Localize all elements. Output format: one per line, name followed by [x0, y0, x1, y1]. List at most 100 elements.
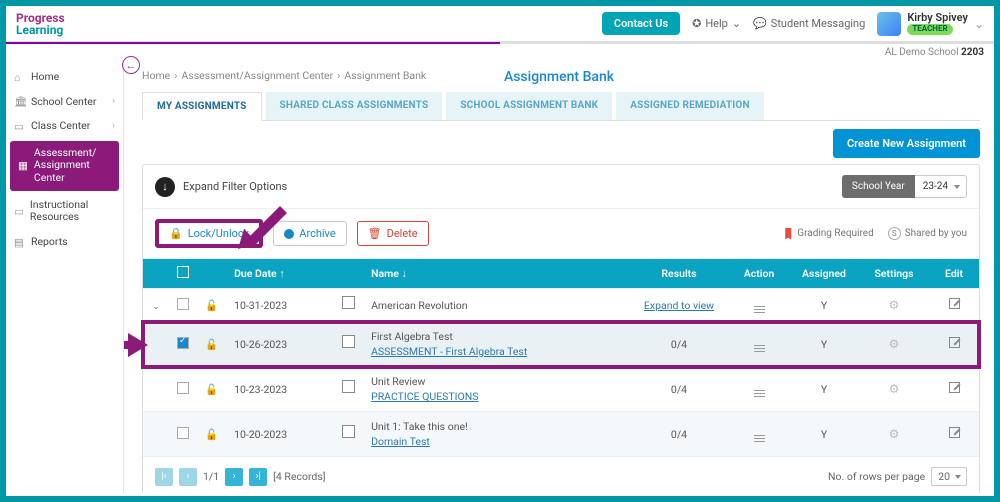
copy-icon[interactable] [344, 427, 355, 438]
gear-icon[interactable]: ⚙ [889, 382, 900, 396]
cell-name: Unit ReviewPRACTICE QUESTIONS [363, 367, 629, 412]
user-name: Kirby Spivey [907, 12, 968, 24]
gear-icon[interactable]: ⚙ [889, 427, 900, 441]
cell-name: Unit 1: Take this one!Domain Test [363, 412, 629, 457]
col-results: Results [629, 259, 729, 289]
assignment-sublink[interactable]: ASSESSMENT - First Algebra Test [371, 345, 621, 358]
sidebar-item-instructional[interactable]: ▭ Instructional Resources [6, 193, 123, 230]
col-name[interactable]: Name ↓ [363, 259, 629, 289]
chevron-right-icon: › [112, 96, 115, 107]
unlock-icon[interactable]: 🔓 [205, 428, 218, 441]
cell-results: 0/4 [629, 367, 729, 412]
lock-icon: 🔒 [169, 227, 183, 240]
student-messaging-link[interactable]: 💬 Student Messaging [753, 17, 865, 30]
select-all-checkbox[interactable] [177, 266, 189, 278]
delete-button[interactable]: 🗑 Delete [357, 221, 429, 246]
cell-assigned: Y [789, 322, 859, 367]
copy-icon[interactable] [344, 337, 355, 348]
action-menu-icon[interactable] [754, 306, 765, 314]
tab-shared-class[interactable]: SHARED CLASS ASSIGNMENTS [266, 92, 443, 120]
expand-filter-button[interactable]: ↓ Expand Filter Options [155, 177, 287, 197]
breadcrumb-home[interactable]: Home [142, 69, 170, 82]
page-prev-button[interactable]: ‹ [179, 468, 197, 486]
book-icon: ▭ [14, 206, 24, 217]
expand-filter-label: Expand Filter Options [183, 180, 287, 193]
breadcrumb-center[interactable]: Assessment/Assignment Center [181, 69, 333, 82]
gear-icon[interactable]: ⚙ [889, 337, 900, 351]
action-menu-icon[interactable] [754, 435, 765, 443]
sidebar-item-assessment-center[interactable]: ▦ Assessment/ Assignment Center [10, 141, 119, 191]
action-menu-icon[interactable] [754, 390, 765, 398]
sidebar-item-school-center[interactable]: 🏛 School Center › [6, 90, 123, 115]
assignment-sublink[interactable]: PRACTICE QUESTIONS [371, 390, 621, 403]
row-checkbox[interactable] [177, 427, 189, 439]
top-bar: Progress Learning Contact Us ✪ Help ⌄ 💬 … [6, 6, 994, 42]
assignments-table: Due Date ↑ Name ↓ Results Action Assigne… [143, 259, 979, 456]
col-action: Action [729, 259, 789, 289]
sidebar-item-reports[interactable]: ▤ Reports [6, 230, 123, 255]
school-year-selector[interactable]: School Year 23-24 [842, 175, 967, 198]
copy-icon[interactable] [344, 298, 355, 309]
table-header-row: Due Date ↑ Name ↓ Results Action Assigne… [143, 259, 979, 289]
help-menu[interactable]: ✪ Help ⌄ [692, 17, 741, 30]
row-checkbox[interactable] [177, 337, 189, 349]
school-year-label: School Year [842, 175, 915, 198]
page-last-button[interactable]: ›| [249, 468, 267, 486]
cell-results[interactable]: Expand to view [629, 289, 729, 322]
create-assignment-button[interactable]: Create New Assignment [833, 129, 980, 158]
col-assigned: Assigned [789, 259, 859, 289]
cell-assigned: Y [789, 412, 859, 457]
building-icon: 🏛 [14, 96, 25, 107]
row-checkbox[interactable] [177, 298, 189, 310]
action-menu-icon[interactable] [754, 345, 765, 353]
cell-assigned: Y [789, 367, 859, 412]
cell-due-date: 10-31-2023 [226, 289, 336, 322]
cell-due-date: 10-26-2023 [226, 322, 336, 367]
chevron-right-icon: › [112, 121, 115, 132]
page-first-button[interactable]: |‹ [155, 468, 173, 486]
help-label: Help [705, 17, 728, 30]
cell-name: American Revolution [363, 289, 629, 322]
tab-assigned-remediation[interactable]: ASSIGNED REMEDIATION [616, 92, 764, 120]
sidebar: ⌂ Home 🏛 School Center › ▭ Class Center … [6, 61, 124, 493]
assignment-sublink[interactable]: Domain Test [371, 435, 621, 448]
rows-per-page-select[interactable]: 20 [931, 467, 967, 486]
home-icon: ⌂ [14, 72, 25, 83]
sidebar-item-label: Reports [31, 236, 68, 249]
unlock-icon[interactable]: 🔓 [205, 299, 218, 312]
cell-assigned: Y [789, 289, 859, 322]
page-next-button[interactable]: › [225, 468, 243, 486]
page-title: Assignment Bank [504, 69, 614, 85]
grid-icon: ▦ [18, 160, 28, 171]
sidebar-item-label: Home [31, 71, 59, 84]
gear-icon[interactable]: ⚙ [889, 298, 900, 312]
school-year-value[interactable]: 23-24 [915, 175, 967, 198]
pagination: |‹ ‹ 1/1 › ›| [4 Records] No. of rows pe… [143, 456, 979, 493]
table-row: 🔓10-20-2023Unit 1: Take this one!Domain … [143, 412, 979, 457]
user-menu[interactable]: Kirby Spivey TEACHER ⌄ [877, 12, 984, 36]
main-content: Home› Assessment/Assignment Center› Assi… [124, 61, 994, 493]
contact-us-button[interactable]: Contact Us [602, 12, 680, 35]
tab-school-bank[interactable]: SCHOOL ASSIGNMENT BANK [446, 92, 612, 120]
edit-icon[interactable] [949, 382, 960, 393]
annotation-arrow [230, 201, 290, 261]
cell-results: 0/4 [629, 322, 729, 367]
cell-due-date: 10-23-2023 [226, 367, 336, 412]
expand-row-icon[interactable]: ⌄ [151, 302, 161, 312]
edit-icon[interactable] [949, 337, 960, 348]
unlock-icon[interactable]: 🔓 [205, 383, 218, 396]
brand-logo: Progress Learning [16, 12, 65, 36]
col-due-date[interactable]: Due Date ↑ [226, 259, 336, 289]
edit-icon[interactable] [949, 298, 960, 309]
tab-my-assignments[interactable]: MY ASSIGNMENTS [142, 92, 262, 121]
copy-icon[interactable] [344, 382, 355, 393]
sidebar-item-home[interactable]: ⌂ Home [6, 65, 123, 90]
sort-desc-icon: ↓ [402, 267, 407, 280]
col-settings: Settings [859, 259, 929, 289]
row-checkbox[interactable] [177, 382, 189, 394]
sidebar-item-class-center[interactable]: ▭ Class Center › [6, 114, 123, 139]
legend-shared: S Shared by you [888, 227, 967, 240]
edit-icon[interactable] [949, 427, 960, 438]
legend-grading: Grading Required [783, 228, 873, 240]
unlock-icon[interactable]: 🔓 [205, 338, 218, 351]
